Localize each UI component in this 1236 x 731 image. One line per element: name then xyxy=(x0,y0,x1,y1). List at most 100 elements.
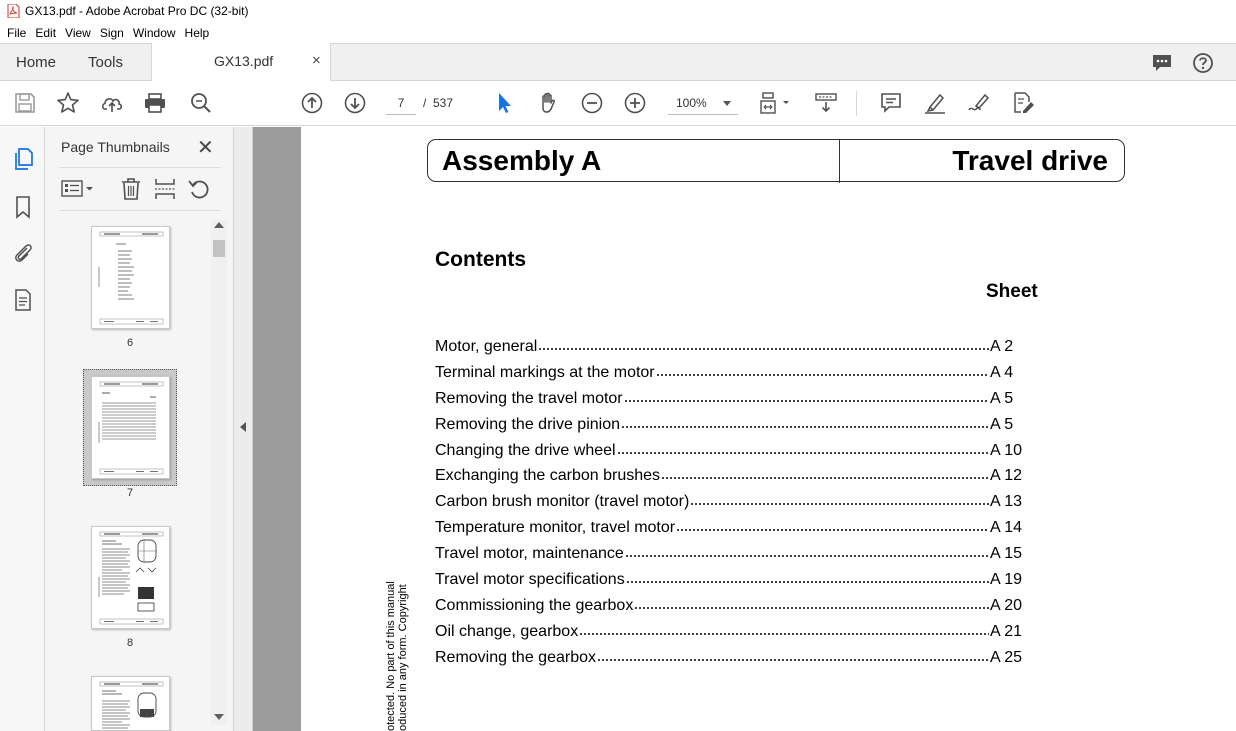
toc-entry[interactable]: Carbon brush monitor (travel motor) A 13 xyxy=(435,488,1030,514)
page-thumbnail-7[interactable] xyxy=(91,376,170,479)
menu-help[interactable]: Help xyxy=(184,26,215,40)
thumbnail-label: 6 xyxy=(126,337,134,349)
menu-sign[interactable]: Sign xyxy=(99,26,129,40)
thumbnail-label: 8 xyxy=(126,637,134,649)
toc-entry[interactable]: Removing the drive pinion A 5 xyxy=(435,410,1030,437)
tab-document[interactable]: GX13.pdf × xyxy=(151,43,331,81)
scrollbar-thumb[interactable] xyxy=(213,240,225,257)
panel-collapse-strip[interactable] xyxy=(234,127,253,731)
toc-title: Travel motor, maintenance xyxy=(435,545,624,563)
toc-leader-dots xyxy=(625,566,989,585)
page-thumbnails-icon[interactable] xyxy=(11,147,35,171)
bookmark-icon[interactable] xyxy=(11,195,35,219)
page-fit-icon[interactable] xyxy=(758,91,794,115)
assembly-title: Assembly A xyxy=(442,145,602,176)
print-icon[interactable] xyxy=(143,91,167,115)
save-icon[interactable] xyxy=(13,91,37,115)
menu-edit[interactable]: Edit xyxy=(34,26,61,40)
fill-form-icon[interactable] xyxy=(1011,91,1035,115)
tab-document-label: GX13.pdf xyxy=(214,53,274,69)
copyright-note-line: otected. No part of this manual xyxy=(385,581,397,731)
tab-bar: Home Tools GX13.pdf × xyxy=(0,43,1236,81)
toc-title: Exchanging the carbon brushes xyxy=(435,467,661,485)
toc-entry[interactable]: Temperature monitor, travel motor A 14 xyxy=(435,514,1030,540)
close-tab-icon[interactable]: × xyxy=(312,52,321,69)
thumbnails-scrollbar[interactable] xyxy=(211,220,227,725)
hand-tool-icon[interactable] xyxy=(536,91,560,115)
toolbar-divider xyxy=(856,91,857,116)
comment-icon[interactable] xyxy=(879,91,903,115)
tab-tools[interactable]: Tools xyxy=(88,54,123,71)
scroll-up-icon[interactable] xyxy=(214,222,224,228)
document-properties-icon[interactable] xyxy=(11,288,35,312)
copyright-side-note: otected. No part of this manual oduced i… xyxy=(385,581,409,731)
toc-entry[interactable]: Removing the gearbox A 25 xyxy=(435,643,1030,670)
help-icon[interactable] xyxy=(1192,52,1214,74)
toc-entry[interactable]: Removing the travel motor A 5 xyxy=(435,384,1030,411)
insert-page-icon[interactable] xyxy=(153,177,177,201)
toc-title: Carbon brush monitor (travel motor) xyxy=(435,493,690,511)
toc-sheet: A 15 xyxy=(990,545,1023,563)
toc-title: Removing the drive pinion xyxy=(435,415,620,433)
comment-bubble-icon[interactable] xyxy=(1151,52,1173,74)
menu-window[interactable]: Window xyxy=(132,26,181,40)
zoom-search-icon[interactable] xyxy=(189,91,213,115)
delete-page-icon[interactable] xyxy=(119,177,143,201)
toc-entry[interactable]: Exchanging the carbon brushes A 12 xyxy=(435,462,1030,488)
thumbnail-options-icon[interactable] xyxy=(61,177,97,201)
select-cursor-icon[interactable] xyxy=(492,91,516,115)
attachment-icon[interactable] xyxy=(11,241,35,265)
panel-divider xyxy=(59,167,221,168)
toc-entry[interactable]: Changing the drive wheel A 10 xyxy=(435,436,1030,463)
tab-home[interactable]: Home xyxy=(16,54,56,71)
page-thumbnail-8[interactable] xyxy=(91,526,170,629)
page-number-input[interactable] xyxy=(386,92,416,115)
toc-sheet: A 5 xyxy=(990,389,1014,407)
highlighter-icon[interactable] xyxy=(923,91,947,115)
toolbar: / 537 100% xyxy=(0,81,1236,126)
toc-leader-dots xyxy=(676,514,989,533)
rotate-page-icon[interactable] xyxy=(187,177,211,201)
menu-view[interactable]: View xyxy=(64,26,96,40)
toc-entry[interactable]: Oil change, gearbox A 21 xyxy=(435,617,1030,644)
menu-file[interactable]: File xyxy=(6,26,31,40)
sign-pen-icon[interactable] xyxy=(967,91,991,115)
zoom-out-icon[interactable] xyxy=(580,91,604,115)
page-header-box: Assembly A Travel drive xyxy=(427,139,1125,183)
toc-entry[interactable]: Motor, general A 2 xyxy=(435,333,1030,359)
document-view: Assembly A Travel drive Contents Sheet M… xyxy=(234,127,1236,731)
page-thumbnail-9[interactable] xyxy=(91,676,170,731)
toc-title: Oil change, gearbox xyxy=(435,622,579,640)
toc-sheet: A 2 xyxy=(990,338,1014,355)
toc-entry[interactable]: Commissioning the gearbox A 20 xyxy=(435,591,1030,618)
toc-leader-dots xyxy=(538,333,989,351)
page-thumbnail-6[interactable] xyxy=(91,226,170,329)
page-separator: / xyxy=(423,96,427,110)
toc-title: Removing the travel motor xyxy=(435,389,623,407)
next-page-icon[interactable] xyxy=(343,91,367,115)
toc-entry[interactable]: Travel motor, maintenance A 15 xyxy=(435,540,1030,566)
scroll-down-icon[interactable] xyxy=(214,714,224,720)
chevron-down-icon xyxy=(723,101,731,106)
panel-divider xyxy=(59,210,221,211)
zoom-dropdown[interactable]: 100% xyxy=(668,92,738,115)
scroll-mode-icon[interactable] xyxy=(814,91,838,115)
toc-entry[interactable]: Travel motor specifications A 19 xyxy=(435,566,1030,592)
zoom-value: 100% xyxy=(676,96,707,110)
previous-page-icon[interactable] xyxy=(300,91,324,115)
navigation-rail xyxy=(0,127,45,731)
chevron-left-icon[interactable] xyxy=(240,422,246,432)
toc-sheet: A 25 xyxy=(990,648,1023,666)
close-panel-icon[interactable]: ✕ xyxy=(197,135,214,160)
toc-leader-dots xyxy=(655,358,989,377)
toc-title: Removing the gearbox xyxy=(435,648,596,666)
zoom-in-icon[interactable] xyxy=(623,91,647,115)
star-bookmark-icon[interactable] xyxy=(56,91,80,115)
header-divider xyxy=(839,140,840,183)
toc-entry[interactable]: Terminal markings at the motor A 4 xyxy=(435,358,1030,385)
upload-cloud-icon[interactable] xyxy=(100,91,124,115)
title-bar: GX13.pdf - Adobe Acrobat Pro DC (32-bit) xyxy=(0,0,1236,23)
toc-title: Travel motor specifications xyxy=(435,571,625,589)
toc-sheet: A 19 xyxy=(990,571,1023,589)
toc-leader-dots xyxy=(661,462,989,481)
